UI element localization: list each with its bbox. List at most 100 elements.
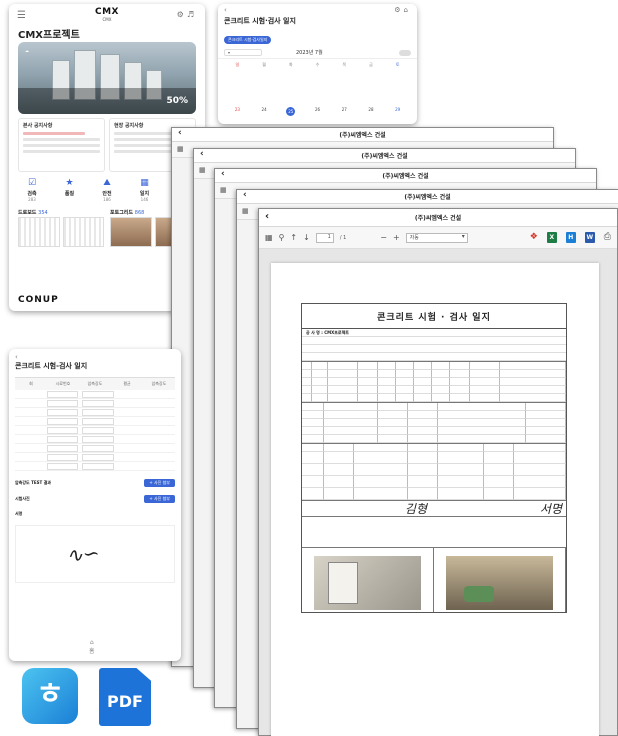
stat-inspection[interactable]: ☑ 검측 283 [18, 178, 46, 203]
input-cell[interactable] [82, 444, 114, 452]
helmet-icon: ⛰ [103, 178, 111, 188]
table-row [15, 453, 175, 462]
weekday: 목 [342, 62, 347, 67]
input-cell[interactable] [46, 453, 79, 461]
receipt-photo [314, 556, 421, 610]
gallery-row: 드로보드 354 포토그리드 868 [18, 209, 196, 247]
list-title: 콘크리트 시험-검사 일지 [15, 362, 88, 370]
photo-thumb[interactable] [110, 217, 152, 247]
stats-row: ☑검측283 ★품질 ⛰안전186 ▦일지146 ▢그리 [18, 178, 196, 203]
drawing-thumb[interactable] [18, 217, 60, 247]
category-chip[interactable]: 콘크리트 시험·검사일지 [224, 36, 272, 44]
column-header: 시료번호 [55, 381, 71, 386]
weather-icon: ☁ [25, 48, 29, 53]
grid-icon[interactable]: ▦ [242, 207, 249, 215]
settings-icon[interactable]: ⚙ [394, 6, 403, 14]
input-cell[interactable] [82, 399, 114, 407]
search-icon[interactable]: ⚲ [279, 233, 285, 242]
section-label: 시험사진 [15, 496, 30, 501]
signature-pad[interactable]: ∿∽ [15, 525, 175, 583]
checklist-icon: ☑ [27, 178, 37, 188]
back-icon[interactable]: ‹ [224, 6, 227, 14]
notice-line [23, 150, 100, 153]
window-title: (주)씨엠엑스 건설 [339, 132, 386, 139]
month-label[interactable]: 2023년 7월 [296, 49, 323, 56]
input-cell[interactable] [82, 453, 114, 461]
window-title: (주)씨엠엑스 건설 [361, 153, 408, 160]
report-line [302, 345, 566, 353]
input-cell[interactable] [82, 390, 114, 398]
attach-photo-button[interactable]: + 사진 첨부 [144, 495, 175, 503]
stat-safety[interactable]: ⛰ 안전 186 [93, 178, 121, 203]
input-cell[interactable] [82, 408, 114, 416]
input-cell[interactable] [46, 462, 79, 470]
input-cell[interactable] [46, 444, 79, 452]
zoom-out-icon[interactable]: − [380, 233, 387, 242]
zoom-select[interactable]: 자동 [405, 232, 468, 243]
day-cell[interactable]: 24 [251, 107, 278, 116]
menu-icon[interactable]: ☰ [17, 10, 26, 21]
day-cell[interactable]: 29 [384, 107, 411, 116]
arrow-down-icon[interactable]: ↓ [303, 233, 310, 242]
day-cell[interactable]: 27 [331, 107, 358, 116]
table-row [15, 435, 175, 444]
zoom-in-icon[interactable]: + [393, 233, 400, 242]
input-cell[interactable] [46, 417, 79, 425]
grid-icon[interactable]: ▦ [220, 186, 227, 194]
word-icon[interactable]: W [584, 232, 595, 243]
bell-icon[interactable]: ♬ [187, 10, 197, 19]
project-photo[interactable]: ☁ 50% [18, 42, 196, 114]
weekday: 월 [262, 62, 266, 67]
page-number-input[interactable]: 1 [315, 232, 334, 243]
viewer-header: ‹ (주)씨엠엑스 건설 [259, 209, 617, 227]
header-icons: ⚙♬ [177, 10, 197, 19]
input-cell[interactable] [82, 417, 114, 425]
day-cell-selected[interactable]: 25 [277, 107, 304, 116]
hq-notice-panel[interactable]: 본사 공지사항 [18, 118, 105, 172]
test-result-section: 압축강도 TEST 결과 + 사진 첨부 [15, 479, 175, 487]
input-cell[interactable] [46, 399, 79, 407]
back-icon[interactable]: ‹ [9, 349, 181, 361]
attach-photo-button[interactable]: + 사진 첨부 [144, 479, 175, 487]
report-page: 콘크리트 시험 · 검사 일지 공 사 명 : CMX프로젝트 김형 서명 [271, 263, 599, 736]
drawboard-panel[interactable]: 드로보드 354 [18, 209, 104, 247]
grid-icon[interactable]: ▦ [199, 166, 206, 174]
excel-icon[interactable]: X [546, 232, 557, 243]
drawing-thumb[interactable] [62, 217, 104, 247]
home-icon[interactable]: ⌂ [404, 6, 411, 14]
grid-icon[interactable]: ▦ [177, 145, 184, 153]
weekday: 화 [288, 62, 293, 67]
day-cell[interactable]: 28 [358, 107, 385, 116]
drawboard-label: 드로보드 [18, 210, 37, 216]
input-cell[interactable] [46, 435, 79, 443]
input-cell[interactable] [46, 390, 79, 398]
stat-diary[interactable]: ▦ 일지 146 [131, 178, 159, 203]
settings-icon[interactable]: ⚙ [177, 10, 187, 19]
input-cell[interactable] [82, 462, 114, 470]
window-title: (주)씨엠엑스 건설 [414, 215, 462, 222]
table-row [15, 408, 175, 417]
table-row [15, 444, 175, 453]
grid-icon[interactable]: ▦ [265, 233, 273, 242]
column-header: 압축강도 [151, 381, 167, 386]
table-header: 회 시료번호 압축강도 평균 압축강도 [15, 378, 175, 390]
day-cell[interactable]: 26 [304, 107, 331, 116]
window-title: (주)씨엠엑스 건설 [382, 173, 429, 180]
input-cell[interactable] [46, 426, 79, 434]
brand-logo-text: CMX [95, 7, 119, 17]
view-toggle[interactable] [399, 49, 411, 56]
hwp-icon[interactable]: H [565, 232, 576, 243]
print-icon[interactable]: ⎙ [604, 232, 611, 243]
arrow-up-icon[interactable]: ↑ [290, 233, 297, 242]
table-row [15, 390, 175, 399]
home-tab[interactable]: ⌂ 홈 [89, 639, 95, 655]
input-cell[interactable] [46, 408, 79, 416]
input-cell[interactable] [82, 435, 114, 443]
day-cell[interactable]: 23 [224, 107, 251, 116]
filter-select[interactable]: ▾ [224, 49, 262, 56]
report-notes [302, 517, 566, 547]
pdf-export-icon[interactable]: ❖ [530, 232, 538, 243]
stat-count: 283 [28, 197, 36, 202]
input-cell[interactable] [82, 426, 114, 434]
stat-quality[interactable]: ★ 품질 [56, 178, 84, 203]
